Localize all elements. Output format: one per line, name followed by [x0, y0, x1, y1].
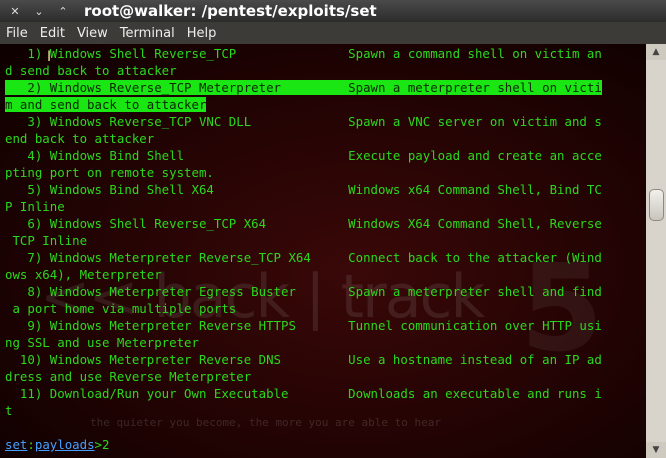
terminal-line: 2) Windows Reverse_TCP Meterpreter Spawn… [5, 80, 602, 95]
terminal-line: TCP Inline [5, 233, 88, 248]
menu-help[interactable]: Help [181, 26, 223, 41]
terminal-line: a port home via multiple ports [5, 301, 237, 316]
ibeam-cursor-icon: I [47, 49, 52, 65]
prompt-separator: : [27, 437, 35, 452]
terminal-line: ows x64), Meterpreter [5, 267, 162, 282]
terminal-output: 1) Windows Shell Reverse_TCP Spawn a com… [5, 45, 602, 419]
terminal-area[interactable]: << back | track 5 the quieter you become… [0, 44, 646, 458]
terminal-line: end back to attacker [5, 131, 155, 146]
terminal-line: 7) Windows Meterpreter Reverse_TCP X64 C… [5, 250, 602, 265]
menu-terminal[interactable]: Terminal [114, 26, 181, 41]
prompt-symbol: > [94, 437, 103, 452]
terminal-line: 9) Windows Meterpreter Reverse HTTPS Tun… [5, 318, 602, 333]
terminal-line: m and send back to attacker [5, 97, 207, 112]
terminal-line: pting port on remote system. [5, 165, 214, 180]
scroll-up-arrow-icon[interactable]: ▲ [646, 44, 666, 60]
command-prompt[interactable]: set:payloads>2 [5, 436, 109, 453]
prompt-input[interactable]: 2 [102, 437, 109, 452]
minimize-window-icon[interactable]: ⌄ [30, 2, 48, 20]
terminal-line: ng SSL and use Meterpreter [5, 335, 199, 350]
prompt-prefix: set [5, 437, 28, 452]
terminal-line: 11) Download/Run your Own Executable Dow… [5, 386, 602, 401]
maximize-window-icon[interactable]: ⌃ [54, 2, 72, 20]
vertical-scrollbar[interactable]: ▲ ▼ [646, 44, 666, 458]
terminal-line: P Inline [5, 199, 65, 214]
prompt-module: payloads [34, 437, 95, 452]
window-title: root@walker: /pentest/exploits/set [84, 2, 377, 20]
terminal-line: 3) Windows Reverse_TCP VNC DLL Spawn a V… [5, 114, 602, 129]
menu-view[interactable]: View [71, 26, 114, 41]
terminal-line: t [5, 403, 13, 418]
terminal-line: dress and use Reverse Meterpreter [5, 369, 252, 384]
terminal-line: 10) Windows Meterpreter Reverse DNS Use … [5, 352, 602, 367]
terminal-line: 4) Windows Bind Shell Execute payload an… [5, 148, 602, 163]
terminal-window: ✕ ⌄ ⌃ root@walker: /pentest/exploits/set… [0, 0, 666, 458]
menu-bar: File Edit View Terminal Help [0, 22, 666, 44]
terminal-line: 5) Windows Bind Shell X64 Windows x64 Co… [5, 182, 602, 197]
terminal-line: 8) Windows Meterpreter Egress Buster Spa… [5, 284, 602, 299]
close-window-icon[interactable]: ✕ [6, 2, 24, 20]
scroll-down-arrow-icon[interactable]: ▼ [646, 442, 666, 458]
terminal-line: 1) Windows Shell Reverse_TCP Spawn a com… [5, 46, 602, 61]
menu-file[interactable]: File [0, 26, 34, 41]
scrollbar-thumb[interactable] [649, 189, 664, 221]
terminal-line: d send back to attacker [5, 63, 177, 78]
terminal-line: 6) Windows Shell Reverse_TCP X64 Windows… [5, 216, 602, 231]
menu-edit[interactable]: Edit [34, 26, 71, 41]
title-bar[interactable]: ✕ ⌄ ⌃ root@walker: /pentest/exploits/set [0, 0, 666, 22]
